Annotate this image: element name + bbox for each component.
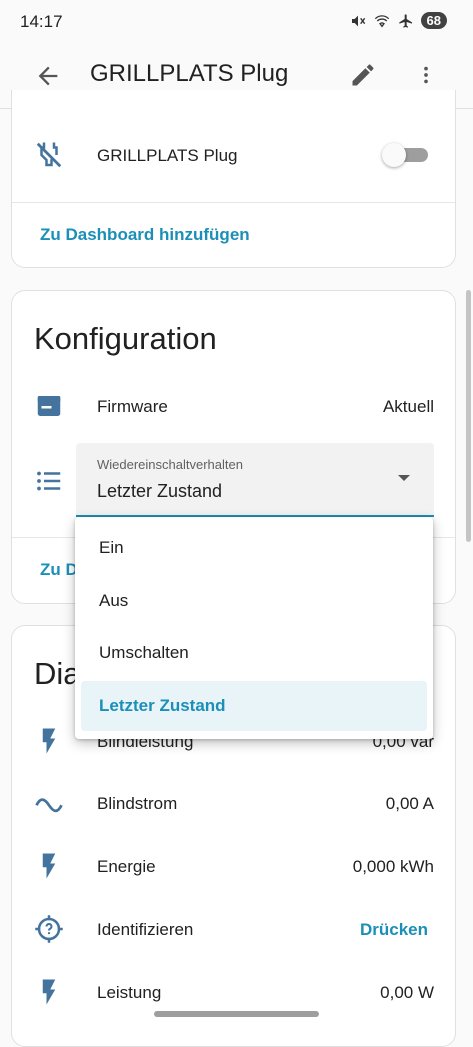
power-plug-off-icon — [36, 142, 62, 168]
power-on-behavior-select[interactable]: Wiedereinschaltverhalten Letzter Zustand — [76, 443, 434, 517]
diagnostic-title: Dia — [34, 656, 81, 691]
status-bar: 14:17 68 — [0, 0, 473, 44]
menu-option-ein[interactable]: Ein — [81, 523, 427, 573]
diagnostic-row-label: Leistung — [97, 983, 162, 1002]
identify-press-button[interactable]: Drücken — [360, 920, 428, 940]
battery-indicator: 68 — [420, 12, 447, 29]
diagnostic-row-value: 0,00 A — [385, 794, 434, 813]
menu-option-aus[interactable]: Aus — [81, 576, 427, 626]
scrollbar[interactable] — [466, 290, 471, 542]
diagnostic-row-value: 0,00 W — [380, 983, 434, 1002]
diagnostic-row-label: Identifizieren — [97, 920, 194, 939]
configuration-title: Konfiguration — [34, 321, 217, 356]
more-vertical-icon[interactable] — [415, 61, 437, 89]
firmware-icon — [37, 396, 61, 416]
firmware-value: Aktuell — [382, 397, 434, 416]
option-label: Ein — [99, 538, 124, 557]
status-time: 14:17 — [20, 12, 63, 31]
divider — [12, 202, 455, 203]
sine-wave-icon — [35, 798, 63, 813]
toggle-knob — [382, 143, 406, 167]
wifi-icon — [374, 14, 389, 27]
format-list-icon — [37, 471, 61, 491]
dropdown-menu: Ein Aus Umschalten Letzter Zustand — [75, 517, 433, 739]
flash-icon — [42, 853, 56, 879]
plug-switch-toggle[interactable] — [382, 143, 428, 167]
home-gesture-bar[interactable] — [154, 1011, 319, 1017]
help-target-icon — [35, 915, 63, 943]
menu-option-letzter-zustand[interactable]: Letzter Zustand — [81, 681, 427, 731]
add-to-dashboard-link-partial[interactable]: Zu D — [40, 560, 78, 580]
entity-label: GRILLPLATS Plug — [97, 146, 238, 165]
option-label: Umschalten — [99, 643, 189, 662]
select-value: Letzter Zustand — [97, 481, 223, 501]
edit-pencil-icon[interactable] — [349, 61, 377, 89]
device-entity-card: GRILLPLATS Plug Zu Dashboard hinzufügen — [11, 90, 456, 268]
dropdown-arrow-icon — [398, 475, 410, 481]
menu-option-umschalten[interactable]: Umschalten — [81, 628, 427, 678]
airplane-icon — [398, 13, 412, 28]
option-label: Letzter Zustand — [99, 696, 226, 715]
diagnostic-row-label: Energie — [97, 857, 156, 876]
mute-icon — [351, 15, 365, 26]
page-title: GRILLPLATS Plug — [90, 60, 289, 87]
flash-icon — [42, 979, 56, 1005]
diagnostic-row-label: Blindstrom — [97, 794, 178, 813]
flash-icon — [42, 728, 56, 754]
back-arrow-icon[interactable] — [34, 62, 62, 90]
option-label: Aus — [99, 591, 129, 610]
select-label: Wiedereinschaltverhalten — [97, 457, 243, 472]
status-icons: 68 — [350, 12, 447, 29]
add-to-dashboard-link[interactable]: Zu Dashboard hinzufügen — [40, 225, 250, 245]
firmware-label: Firmware — [97, 397, 168, 416]
diagnostic-row-value: 0,000 kWh — [352, 857, 434, 876]
